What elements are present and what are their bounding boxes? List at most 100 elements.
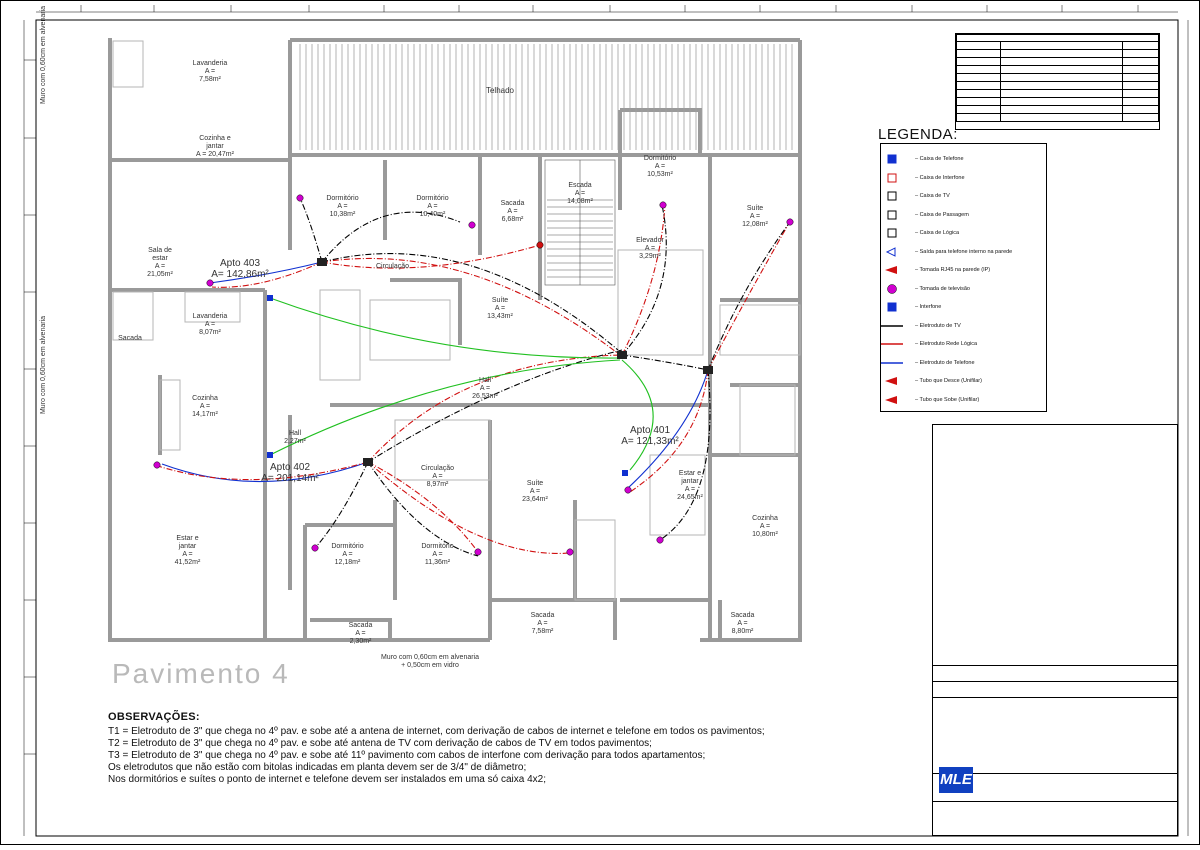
outlet-icon <box>536 241 544 249</box>
room-label: Suíte A = 13,43m² <box>487 297 513 320</box>
drawing-sheet: Lavanderia A = 7,58m² Cozinha e jantar A… <box>0 0 1200 845</box>
legend-item: – Caixa de TV <box>881 187 1051 205</box>
room-label: Dormitório A = 10,38m² <box>326 195 359 218</box>
intercom-icon <box>267 452 273 458</box>
conduit-line <box>269 359 621 456</box>
junction-box-icon <box>317 258 327 266</box>
room-label: Sacada A = 6,68m² <box>500 200 525 223</box>
floor-title: Pavimento 4 <box>112 658 290 689</box>
logic-box-icon <box>881 227 903 239</box>
legend-item-label: – Eletroduto Rede Lógica <box>915 341 978 347</box>
room-label: Hall 2,27m² <box>284 430 306 445</box>
phone-conduit-line <box>881 357 903 369</box>
junction-box-icon <box>363 458 373 466</box>
legend-item: – Caixa de Interfone <box>881 169 1051 187</box>
intercom-icon <box>267 295 273 301</box>
legend-item: – Tomada RJ45 na parede (IP) <box>881 261 1051 279</box>
outlet-icon <box>566 548 574 556</box>
room-label: Circulação <box>375 263 410 270</box>
title-block-row <box>933 665 1177 682</box>
room-label: Dormitório A = 12,18m² <box>331 543 364 566</box>
legend-item-label: – Caixa de Telefone <box>915 156 964 162</box>
room-label: Cozinha e jantar A = 20,47m² <box>196 135 234 158</box>
observations-title: OBSERVAÇÕES: <box>108 711 200 723</box>
conduit-line <box>269 297 621 359</box>
conduit-line <box>621 204 667 356</box>
observation-line: T1 = Eletroduto de 3" que chega no 4º pa… <box>108 726 765 737</box>
room-label: Dormitório A = 10,40m² <box>416 195 449 218</box>
legend-item: – Caixa de Passagem <box>881 206 1051 224</box>
phone-outlet-icon <box>881 246 903 258</box>
legend-item-label: – Interfone <box>915 304 942 310</box>
legend-item: – Eletroduto de Telefone <box>881 354 1051 372</box>
title-block-footer <box>933 801 1177 836</box>
tv-conduit-line <box>881 320 903 332</box>
observation-line: T2 = Eletroduto de 3" que chega no 4º pa… <box>108 738 652 749</box>
legend-item-label: – Caixa de Passagem <box>915 211 969 218</box>
conduit-line <box>367 461 571 555</box>
conduit-line <box>707 224 789 371</box>
outlet-icon <box>656 536 664 544</box>
legend-item-label: – Tubo que Sobe (Unifilar) <box>915 396 980 403</box>
legend-item: – Tubo que Sobe (Unifilar) <box>881 391 1051 409</box>
room-label: Estar e jantar A = 41,52m² <box>174 535 201 566</box>
room-label: Lavanderia A = 8,07m² <box>192 313 228 336</box>
pipe-up-icon <box>881 394 903 406</box>
outlet-icon <box>296 194 304 202</box>
conduit-line <box>621 204 666 356</box>
room-label: Estar e jantar A = 24,65m² <box>677 470 703 501</box>
legend-item-label: – Tomada de televisão <box>915 285 970 292</box>
intercom-box-icon <box>881 172 903 184</box>
room-label: Suíte A = 23,64m² <box>522 480 548 503</box>
legend-title: LEGENDA: <box>878 126 958 143</box>
apartment-label: Apto 402 A= 201,14m² <box>261 462 319 484</box>
outlet-icon <box>311 544 319 552</box>
room-label: Cozinha A = 14,17m² <box>192 395 218 418</box>
wall-note: Muro com 0,60cm em alvenaria <box>40 315 47 415</box>
rj45-outlet-icon <box>881 264 903 276</box>
wall-note: Muro com 0,60cm em alvenaria <box>40 5 47 105</box>
outlet-icon <box>786 218 794 226</box>
logic-conduit-line <box>881 338 903 350</box>
apartment-label: Apto 401 A= 121,33m² <box>621 425 679 447</box>
conduit-line <box>321 257 621 356</box>
observation-line: Nos dormitórios e suítes o ponto de inte… <box>108 774 547 785</box>
legend-item: – Tubo que Desce (Unifilar) <box>881 372 1051 390</box>
legend-item-label: – Tomada RJ45 na parede (IP) <box>915 267 991 273</box>
stairs <box>544 159 616 286</box>
legend-box: – Caixa de Telefone – Caixa de Interfone –… <box>880 143 1047 412</box>
legend-item: – Eletroduto Rede Lógica <box>881 335 1051 353</box>
pass-box-icon <box>881 209 903 221</box>
legend-item: – Caixa de Telefone <box>881 150 1051 168</box>
legend-item: – Saída para telefone interno na parede <box>881 243 1051 261</box>
room-label: Elevador A = 3,29m² <box>636 237 664 260</box>
room-label: Dormitório A = 11,36m² <box>421 543 454 566</box>
room-label: Lavanderia A = 7,58m² <box>192 60 228 83</box>
room-label: Circulação A = 8,97m² <box>420 465 455 488</box>
legend-item-label: – Caixa de Interfone <box>915 174 965 181</box>
company-logo: MLE <box>939 767 973 793</box>
outlet-icon <box>468 221 476 229</box>
title-block-section <box>933 703 1177 774</box>
legend-item-label: – Eletroduto de Telefone <box>915 359 975 366</box>
room-label: Sala de estar A = 21,05m² <box>147 247 173 278</box>
outlet-icon <box>474 548 482 556</box>
observation-line: T3 = Eletroduto de 3" que chega no 4º pa… <box>108 750 706 761</box>
legend-item: – Tomada de televisão <box>881 280 1051 298</box>
legend-item-label: – Caixa de TV <box>915 193 950 199</box>
title-block-row <box>933 687 1177 698</box>
intercom-icon <box>622 470 628 476</box>
intercom-icon <box>881 301 903 313</box>
phone-box-icon <box>881 153 903 165</box>
outlet-icon <box>624 486 632 494</box>
junction-box-icon <box>617 351 627 359</box>
tv-box-icon <box>881 190 903 202</box>
title-block: MLE <box>932 424 1178 836</box>
observations-block: OBSERVAÇÕES: T1 = Eletroduto de 3" que c… <box>108 711 765 786</box>
outlet-icon <box>659 201 667 209</box>
room-label: Sacada <box>118 335 142 342</box>
revision-table <box>955 33 1160 130</box>
room-label: Sacada A = 8,80m² <box>730 612 755 635</box>
outlet-icon <box>206 279 214 287</box>
outlet-icon <box>153 461 161 469</box>
